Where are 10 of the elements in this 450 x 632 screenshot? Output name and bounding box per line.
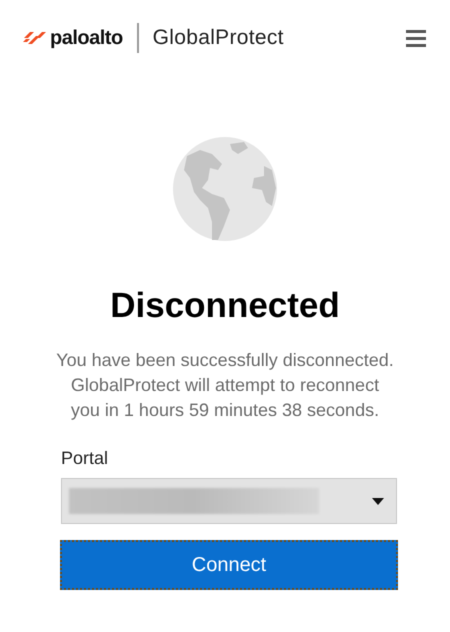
caret-icon xyxy=(372,498,384,504)
connect-button[interactable]: Connect xyxy=(60,540,398,590)
menu-icon[interactable] xyxy=(406,30,426,46)
portal-label: Portal xyxy=(61,447,110,470)
product-name: GlobalProtect xyxy=(152,25,284,52)
logo-icon xyxy=(22,30,48,46)
status-title: Disconnected xyxy=(110,286,340,326)
brand-name: paloalto xyxy=(50,26,123,51)
status-message: You have been successfully disconnected. GlobalProtect will attempt to reconnect you in 1 hours 59 minutes 38 seconds. xyxy=(55,349,395,422)
globe-icon xyxy=(172,136,278,242)
